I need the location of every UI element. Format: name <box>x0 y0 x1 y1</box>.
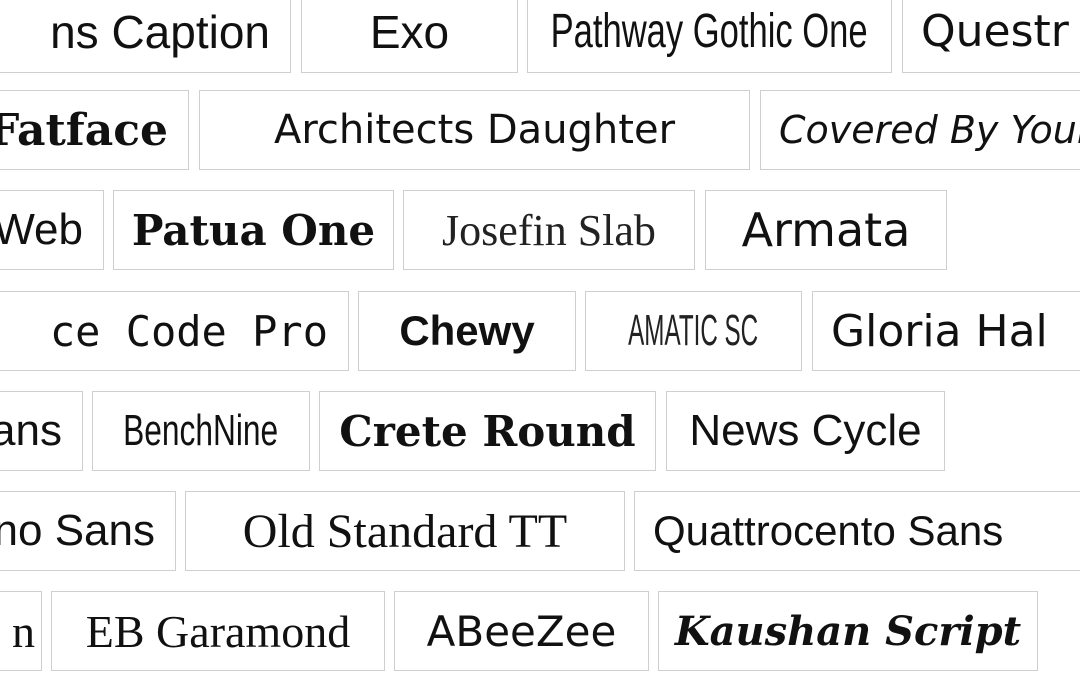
font-label: n <box>12 605 35 657</box>
font-tile[interactable]: Web <box>0 190 104 270</box>
font-label: ABeeZee <box>426 606 617 656</box>
font-label: Gloria Hal <box>831 305 1048 357</box>
font-label: Questr <box>921 6 1069 57</box>
font-label: BenchNine <box>123 406 279 455</box>
font-tile[interactable]: ans <box>0 391 83 471</box>
font-tile[interactable]: BenchNine <box>92 391 310 471</box>
font-tile[interactable]: Architects Daughter <box>199 90 750 170</box>
font-tile[interactable]: ns Caption <box>0 0 291 73</box>
font-tile[interactable]: ce Code Pro <box>0 291 349 371</box>
font-label: Armata <box>741 203 911 257</box>
font-tile[interactable]: Crete Round <box>319 391 656 471</box>
font-tile[interactable]: Chewy <box>358 291 576 371</box>
font-tile[interactable]: EB Garamond <box>51 591 385 671</box>
font-label: Old Standard TT <box>242 504 568 558</box>
font-tile[interactable]: Josefin Slab <box>403 190 695 270</box>
font-label: Chewy <box>399 307 535 354</box>
font-label: Pathway Gothic One <box>551 5 868 58</box>
font-tile[interactable]: Gloria Hal <box>812 291 1080 371</box>
font-tile[interactable]: Kaushan Script <box>658 591 1038 671</box>
font-label: News Cycle <box>689 406 922 455</box>
font-label: Covered By Your <box>779 108 1080 152</box>
font-tile-grid: ns Caption Exo Pathway Gothic One Questr… <box>0 0 1080 675</box>
font-tile[interactable]: Questr <box>902 0 1080 73</box>
font-label: Exo <box>369 5 450 58</box>
font-tile[interactable]: Exo <box>301 0 518 73</box>
font-tile[interactable]: Old Standard TT <box>185 491 625 571</box>
font-label: no Sans <box>0 506 155 555</box>
font-label: AMATIC SC <box>628 306 759 355</box>
font-tile[interactable]: Armata <box>705 190 947 270</box>
font-label: ce Code Pro <box>49 306 328 356</box>
font-tile[interactable]: AMATIC SC <box>585 291 802 371</box>
font-label: Patua One <box>131 205 376 255</box>
font-label: ns Caption <box>50 5 270 58</box>
font-tile[interactable]: Patua One <box>113 190 394 270</box>
font-tile[interactable]: ABeeZee <box>394 591 649 671</box>
font-label: Crete Round <box>339 406 636 456</box>
font-label: ans <box>0 406 62 455</box>
font-tile[interactable]: no Sans <box>0 491 176 571</box>
font-tile[interactable]: Covered By Your <box>760 90 1080 170</box>
font-tile[interactable]: News Cycle <box>666 391 945 471</box>
font-label: Josefin Slab <box>442 205 656 255</box>
font-label: EB Garamond <box>85 605 351 657</box>
font-tile[interactable]: Pathway Gothic One <box>527 0 892 73</box>
font-label: Fatface <box>0 104 168 156</box>
font-label: Quattrocento Sans <box>653 507 1004 554</box>
font-label: Web <box>0 205 83 254</box>
font-tile[interactable]: n <box>0 591 42 671</box>
font-tile[interactable]: Fatface <box>0 90 189 170</box>
font-label: Architects Daughter <box>273 107 676 153</box>
font-tile[interactable]: Quattrocento Sans <box>634 491 1080 571</box>
font-label: Kaushan Script <box>674 607 1022 655</box>
